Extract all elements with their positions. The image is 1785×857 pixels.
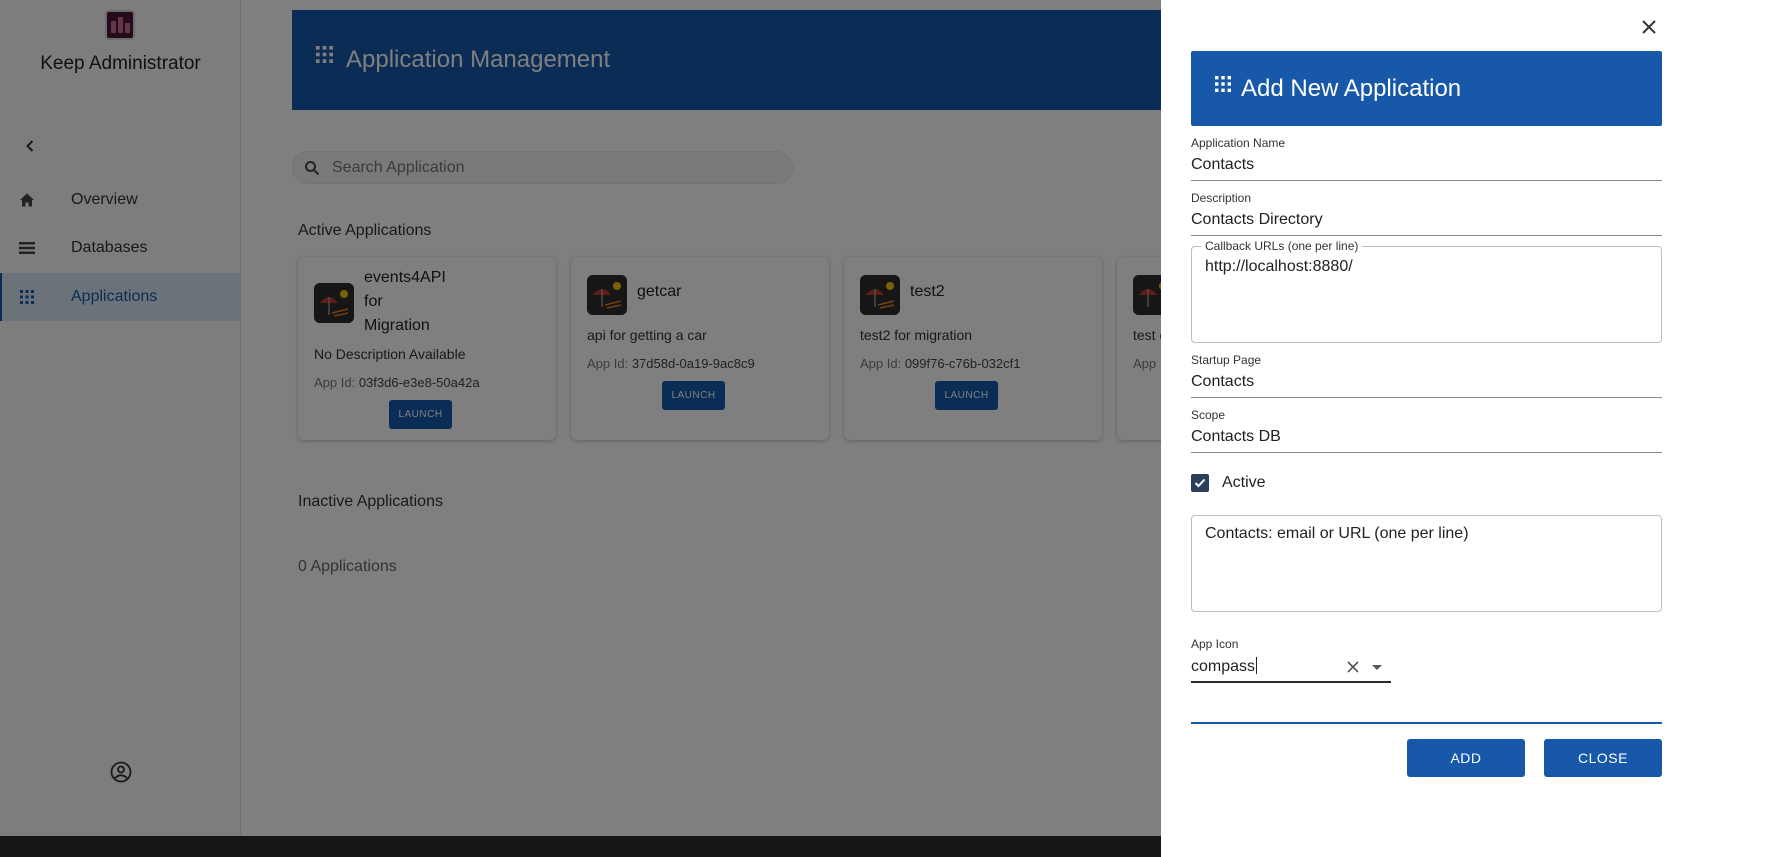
- active-checkbox[interactable]: [1191, 474, 1209, 492]
- field-label: Application Name: [1191, 136, 1286, 150]
- field-label: Description: [1191, 191, 1252, 205]
- dropdown-arrow-icon[interactable]: [1372, 665, 1382, 670]
- active-checkbox-row[interactable]: Active: [1191, 474, 1266, 492]
- field-label: Callback URLs (one per line): [1201, 239, 1363, 253]
- drawer-title: Add New Application: [1241, 75, 1462, 102]
- description-field[interactable]: Description Contacts Directory: [1191, 191, 1662, 236]
- field-value[interactable]: Contacts DB: [1191, 428, 1281, 446]
- checkbox-label: Active: [1222, 474, 1266, 491]
- add-button[interactable]: ADD: [1407, 739, 1525, 777]
- startup-page-field[interactable]: Startup Page Contacts: [1191, 353, 1662, 398]
- access-list-textarea[interactable]: Contacts: email or URL (one per line): [1191, 515, 1662, 612]
- field-value[interactable]: http://localhost:8880/: [1205, 258, 1353, 276]
- scope-field[interactable]: Scope Contacts DB: [1191, 408, 1662, 453]
- application-name-field[interactable]: Application Name Contacts: [1191, 136, 1662, 181]
- app-icon-select[interactable]: App Icon compass: [1191, 637, 1391, 683]
- field-value[interactable]: Contacts: [1191, 373, 1254, 391]
- clear-icon[interactable]: [1346, 660, 1360, 674]
- drawer-header: Add New Application: [1191, 51, 1662, 126]
- field-value[interactable]: Contacts Directory: [1191, 211, 1323, 229]
- callback-urls-textarea[interactable]: Callback URLs (one per line) http://loca…: [1191, 239, 1662, 343]
- close-icon[interactable]: [1639, 17, 1659, 37]
- field-label: Startup Page: [1191, 353, 1262, 367]
- field-label: App Icon: [1191, 637, 1239, 651]
- field-label: Scope: [1191, 408, 1226, 422]
- field-value[interactable]: compass: [1191, 657, 1258, 676]
- apps-grid-icon: [1215, 76, 1231, 97]
- divider: [1191, 722, 1662, 724]
- field-value[interactable]: Contacts: email or URL (one per line): [1205, 525, 1469, 543]
- close-button[interactable]: CLOSE: [1544, 739, 1662, 777]
- add-application-drawer: Add New Application Application Name Con…: [1161, 0, 1785, 857]
- field-value[interactable]: Contacts: [1191, 156, 1254, 174]
